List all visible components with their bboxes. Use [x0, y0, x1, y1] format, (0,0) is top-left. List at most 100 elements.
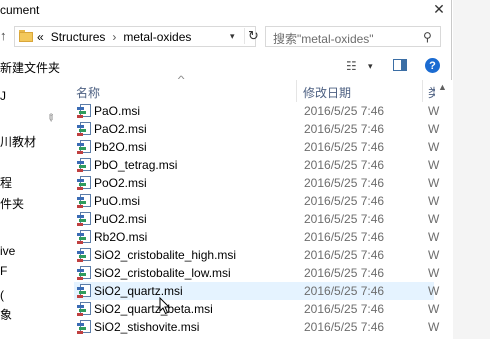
file-row[interactable]: Pb2O.msi 2016/5/25 7:46 W — [74, 138, 439, 156]
file-type: W — [428, 104, 440, 118]
background-strip — [453, 0, 490, 339]
file-date: 2016/5/25 7:46 — [304, 302, 385, 316]
msi-file-icon — [77, 194, 91, 208]
file-row[interactable]: PoO2.msi 2016/5/25 7:46 W — [74, 174, 439, 192]
vertical-scrollbar[interactable]: ▲ — [435, 80, 452, 339]
msi-file-icon — [77, 230, 91, 244]
folder-icon — [19, 30, 33, 42]
address-field[interactable]: « Structures › metal-oxides ▾ ↻ — [14, 26, 259, 47]
msi-file-icon — [77, 122, 91, 136]
file-name: Rb2O.msi — [94, 230, 148, 244]
mouse-cursor-icon — [159, 297, 171, 315]
nav-item[interactable]: J — [0, 89, 6, 103]
breadcrumb-structures[interactable]: Structures — [51, 30, 106, 44]
msi-file-icon — [77, 284, 91, 298]
file-name: SiO2_cristobalite_high.msi — [94, 248, 237, 262]
nav-item[interactable]: 件夹 — [0, 195, 24, 212]
file-row[interactable]: PuO.msi 2016/5/25 7:46 W — [74, 192, 439, 210]
msi-file-icon — [77, 320, 91, 334]
file-date: 2016/5/25 7:46 — [304, 122, 385, 136]
close-icon: ✕ — [433, 0, 445, 17]
file-date: 2016/5/25 7:46 — [304, 140, 385, 154]
file-name: SiO2_stishovite.msi — [94, 320, 200, 334]
msi-file-icon — [77, 104, 91, 118]
file-type: W — [428, 176, 440, 190]
address-bar: ↑ « Structures › metal-oxides ▾ ↻ 搜索"met… — [0, 24, 452, 48]
help-icon[interactable]: ? — [425, 58, 440, 73]
msi-file-icon — [77, 140, 91, 154]
file-type: W — [428, 212, 440, 226]
file-type: W — [428, 122, 440, 136]
chevron-right-icon[interactable]: › — [112, 30, 116, 44]
file-date: 2016/5/25 7:46 — [304, 194, 385, 208]
file-date: 2016/5/25 7:46 — [304, 248, 385, 262]
search-input[interactable]: 搜索"metal-oxides" ⚲ — [265, 26, 441, 47]
file-row[interactable]: SiO2_quartz.msi 2016/5/25 7:46 W — [74, 282, 439, 300]
file-name: PbO_tetrag.msi — [94, 158, 178, 172]
breadcrumb: « Structures › metal-oxides — [37, 30, 191, 44]
column-date[interactable]: 修改日期 — [303, 84, 351, 101]
file-date: 2016/5/25 7:46 — [304, 230, 385, 244]
file-row[interactable]: PaO.msi 2016/5/25 7:46 W — [74, 102, 439, 120]
refresh-icon[interactable]: ↻ — [244, 28, 259, 44]
file-type: W — [428, 266, 440, 280]
file-row[interactable]: SiO2_cristobalite_low.msi 2016/5/25 7:46 W — [74, 264, 439, 282]
toolbar: 新建文件夹 ☷ ▾ ? — [0, 56, 452, 78]
chevron-down-icon[interactable]: ▾ — [368, 61, 373, 72]
preview-pane-icon[interactable] — [393, 59, 407, 71]
new-folder-button[interactable]: 新建文件夹 — [0, 59, 60, 76]
msi-file-icon — [77, 176, 91, 190]
file-name: PaO2.msi — [94, 122, 147, 136]
file-name: PuO2.msi — [94, 212, 147, 226]
file-row[interactable]: Rb2O.msi 2016/5/25 7:46 W — [74, 228, 439, 246]
file-row[interactable]: PbO_tetrag.msi 2016/5/25 7:46 W — [74, 156, 439, 174]
file-name: SiO2_quartz_beta.msi — [94, 302, 213, 316]
msi-file-icon — [77, 266, 91, 280]
column-name[interactable]: 名称 — [76, 84, 100, 101]
scroll-up-icon[interactable]: ▲ — [438, 82, 447, 92]
nav-item[interactable]: F — [0, 264, 7, 278]
file-row[interactable]: SiO2_cristobalite_high.msi 2016/5/25 7:46… — [74, 246, 439, 264]
column-header: ^ 名称 修改日期 类 — [70, 74, 452, 102]
breadcrumb-metal-oxides[interactable]: metal-oxides — [123, 30, 191, 44]
column-divider[interactable] — [296, 80, 297, 102]
file-type: W — [428, 194, 440, 208]
nav-item[interactable]: ive — [0, 244, 15, 258]
nav-item[interactable]: 程 — [0, 174, 12, 191]
file-type: W — [428, 302, 440, 316]
nav-item[interactable]: ( — [0, 288, 4, 302]
title-bar: cument ✕ — [0, 0, 452, 20]
file-date: 2016/5/25 7:46 — [304, 158, 385, 172]
view-options-icon[interactable]: ☷ — [346, 59, 357, 73]
file-type: W — [428, 158, 440, 172]
file-name: SiO2_cristobalite_low.msi — [94, 266, 231, 280]
file-dialog-window: cument ✕ ↑ « Structures › metal-oxides ▾… — [0, 0, 452, 339]
up-arrow-icon[interactable]: ↑ — [0, 28, 10, 44]
msi-file-icon — [77, 302, 91, 316]
file-date: 2016/5/25 7:46 — [304, 176, 385, 190]
file-row[interactable]: SiO2_quartz_beta.msi 2016/5/25 7:46 W — [74, 300, 439, 318]
nav-item[interactable]: 川教材 — [0, 133, 36, 150]
file-name: PuO.msi — [94, 194, 141, 208]
file-type: W — [428, 320, 440, 334]
close-button[interactable]: ✕ — [428, 0, 450, 18]
file-type: W — [428, 284, 440, 298]
search-icon: ⚲ — [423, 30, 432, 44]
file-date: 2016/5/25 7:46 — [304, 104, 385, 118]
nav-item[interactable]: 象 — [0, 306, 12, 323]
file-name: PoO2.msi — [94, 176, 147, 190]
file-date: 2016/5/25 7:46 — [304, 284, 385, 298]
file-row[interactable]: PuO2.msi 2016/5/25 7:46 W — [74, 210, 439, 228]
file-name: SiO2_quartz.msi — [94, 284, 183, 298]
breadcrumb-overflow[interactable]: « — [37, 30, 44, 44]
file-row[interactable]: PaO2.msi 2016/5/25 7:46 W — [74, 120, 439, 138]
file-date: 2016/5/25 7:46 — [304, 320, 385, 334]
msi-file-icon — [77, 248, 91, 262]
file-list: PaO.msi 2016/5/25 7:46 W PaO2.msi 2016/5/25 … — [70, 102, 439, 339]
msi-file-icon — [77, 158, 91, 172]
file-type: W — [428, 230, 440, 244]
file-type: W — [428, 140, 440, 154]
column-divider[interactable] — [422, 80, 423, 102]
chevron-down-icon[interactable]: ▾ — [230, 31, 235, 42]
file-row[interactable]: SiO2_stishovite.msi 2016/5/25 7:46 W — [74, 318, 439, 336]
